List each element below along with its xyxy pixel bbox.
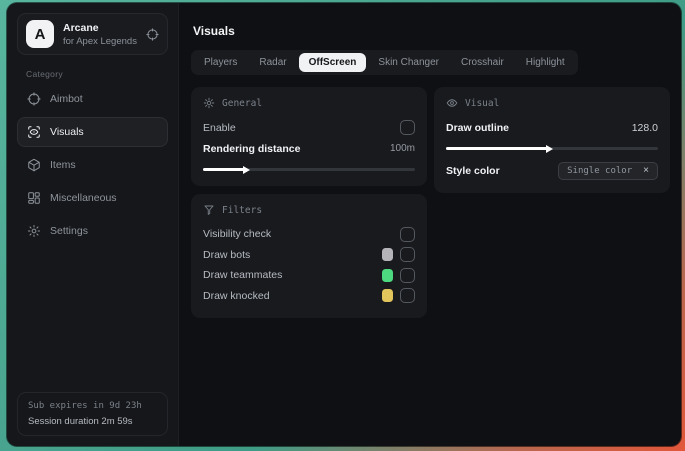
app-window: A Arcane for Apex Legends Category Aimbo… [7, 3, 681, 446]
slider-thumb[interactable] [545, 144, 553, 153]
app-logo: A [26, 20, 54, 48]
app-title: Arcane [63, 21, 99, 34]
panel-title: Filters [222, 204, 263, 216]
rendering-distance-value: 100m [389, 143, 415, 154]
tab-crosshair[interactable]: Crosshair [451, 53, 514, 72]
filter-controls [382, 267, 415, 283]
crosshair-icon [27, 92, 41, 106]
draw-bots-label: Draw bots [203, 248, 251, 261]
clear-icon[interactable]: × [643, 165, 649, 176]
left-column: General Enable Rendering distance 100m F… [191, 87, 427, 318]
desktop-background: A Arcane for Apex Legends Category Aimbo… [0, 0, 685, 451]
sidebar-item-aimbot[interactable]: Aimbot [17, 84, 168, 114]
draw-outline-label: Draw outline [446, 121, 510, 134]
tab-players[interactable]: Players [194, 53, 247, 72]
panels-area: General Enable Rendering distance 100m F… [191, 87, 670, 318]
draw-outline-value: 128.0 [631, 121, 658, 134]
draw-knocked-color-swatch[interactable] [382, 289, 393, 303]
sidebar-item-label: Aimbot [50, 93, 83, 105]
filter-controls [382, 288, 415, 304]
target-icon[interactable] [146, 27, 159, 41]
package-icon [27, 158, 41, 172]
enable-row: Enable [203, 117, 415, 138]
page-title: Visuals [193, 24, 235, 38]
draw-knocked-row: Draw knocked [203, 286, 415, 307]
style-color-selected-value: Single color [567, 165, 633, 176]
category-label: Category [26, 69, 63, 79]
draw-bots-row: Draw bots [203, 245, 415, 266]
sidebar-item-label: Settings [50, 225, 88, 237]
panel-title: General [222, 97, 263, 109]
draw-knocked-checkbox[interactable] [400, 288, 415, 304]
app-subtitle: for Apex Legends [63, 35, 137, 47]
draw-outline-slider[interactable] [446, 144, 658, 153]
style-color-row: Style color Single color × [446, 160, 658, 181]
visibility-check-row: Visibility check [203, 224, 415, 245]
visibility-check-label: Visibility check [203, 228, 272, 241]
session-duration-text: Session duration 2m 59s [28, 416, 133, 427]
filter-controls [382, 247, 415, 263]
sidebar-item-visuals[interactable]: Visuals [17, 117, 168, 147]
enable-checkbox[interactable] [400, 120, 415, 135]
rendering-distance-label: Rendering distance [203, 142, 301, 155]
sub-expires-text: Sub expires in 9d 23h [28, 401, 142, 411]
gear-icon [27, 224, 41, 238]
panel-title: Visual [465, 97, 500, 109]
app-title-block: Arcane for Apex Legends [63, 22, 137, 47]
sidebar-item-miscellaneous[interactable]: Miscellaneous [17, 183, 168, 213]
funnel-icon [203, 204, 215, 216]
draw-teammates-label: Draw teammates [203, 269, 283, 282]
main-content: Visuals Players Radar OffScreen Skin Cha… [179, 3, 681, 446]
general-panel-header: General [203, 97, 415, 109]
scan-eye-icon [27, 125, 41, 139]
app-header-card: A Arcane for Apex Legends [17, 13, 168, 55]
sidebar-item-label: Visuals [50, 126, 84, 138]
draw-teammates-row: Draw teammates [203, 265, 415, 286]
eye-icon [446, 97, 458, 109]
sidebar-item-label: Miscellaneous [50, 192, 117, 204]
draw-bots-color-swatch[interactable] [382, 248, 393, 262]
style-color-label: Style color [446, 164, 500, 177]
sun-gear-icon [203, 97, 215, 109]
tab-bar: Players Radar OffScreen Skin Changer Cro… [191, 50, 578, 75]
visual-panel: Visual Draw outline 128.0 Style color Si… [434, 87, 670, 193]
layout-dashboard-icon [27, 191, 41, 205]
tab-offscreen[interactable]: OffScreen [298, 53, 367, 72]
filters-panel: Filters Visibility check Draw bots Draw … [191, 194, 427, 318]
filter-controls [400, 226, 415, 242]
draw-knocked-label: Draw knocked [203, 289, 270, 302]
filters-panel-header: Filters [203, 204, 415, 216]
tab-highlight[interactable]: Highlight [516, 53, 575, 72]
sidebar-item-settings[interactable]: Settings [17, 216, 168, 246]
style-color-select[interactable]: Single color × [558, 161, 658, 180]
sidebar-item-label: Items [50, 159, 76, 171]
visibility-check-checkbox[interactable] [400, 226, 415, 242]
right-column: Visual Draw outline 128.0 Style color Si… [434, 87, 670, 193]
tab-skin-changer[interactable]: Skin Changer [368, 53, 449, 72]
sidebar: A Arcane for Apex Legends Category Aimbo… [7, 3, 179, 446]
slider-fill [446, 147, 548, 150]
draw-outline-row: Draw outline 128.0 [446, 117, 658, 138]
draw-teammates-checkbox[interactable] [400, 267, 415, 283]
rendering-distance-row: Rendering distance 100m [203, 138, 415, 159]
slider-fill [203, 168, 246, 171]
general-panel: General Enable Rendering distance 100m [191, 87, 427, 186]
enable-label: Enable [203, 121, 236, 134]
draw-bots-checkbox[interactable] [400, 247, 415, 263]
slider-thumb[interactable] [243, 165, 251, 174]
rendering-distance-slider[interactable] [203, 165, 415, 174]
visual-panel-header: Visual [446, 97, 658, 109]
subscription-info-card: Sub expires in 9d 23h Session duration 2… [17, 392, 168, 436]
draw-teammates-color-swatch[interactable] [382, 268, 393, 282]
tab-radar[interactable]: Radar [249, 53, 296, 72]
sidebar-item-items[interactable]: Items [17, 150, 168, 180]
